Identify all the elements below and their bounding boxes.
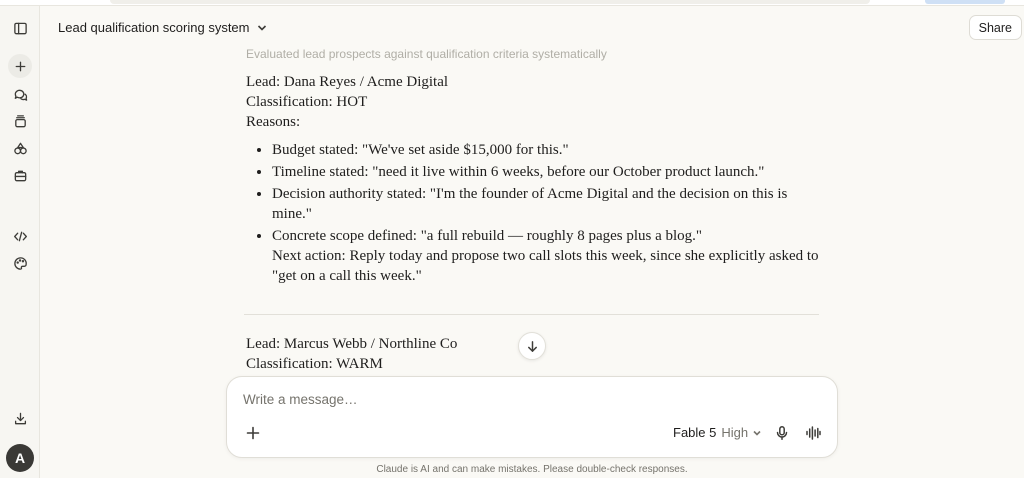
lead-name: Lead: Dana Reyes / Acme Digital bbox=[246, 74, 449, 90]
share-button[interactable]: Share bbox=[968, 15, 1022, 40]
new-chat-button[interactable] bbox=[8, 54, 32, 78]
reasons-label: Reasons: bbox=[246, 114, 301, 130]
chat-title-menu[interactable]: Lead qualification scoring system bbox=[58, 20, 267, 35]
arrow-down-icon bbox=[527, 340, 537, 352]
sidebar-toggle-icon bbox=[13, 22, 27, 34]
voice-mode-button[interactable] bbox=[802, 423, 824, 443]
chats-icon bbox=[14, 89, 27, 101]
chevron-down-icon bbox=[257, 24, 266, 31]
lead-block-2: Lead: Marcus Webb / Northline Co Classif… bbox=[246, 334, 457, 374]
briefcase-button[interactable] bbox=[8, 163, 32, 187]
header: Lead qualification scoring system Share bbox=[40, 6, 1024, 50]
message-input[interactable] bbox=[243, 392, 803, 407]
briefcase-icon bbox=[14, 170, 26, 181]
projects-button[interactable] bbox=[8, 109, 32, 133]
list-item: Budget stated: "We've set aside $15,000 … bbox=[272, 140, 821, 160]
microphone-icon bbox=[776, 426, 788, 440]
artifacts-button[interactable] bbox=[8, 136, 32, 160]
chevron-down-icon bbox=[753, 430, 761, 436]
plus-icon bbox=[246, 426, 260, 440]
sidebar: A bbox=[0, 6, 40, 478]
artifacts-icon bbox=[13, 142, 27, 154]
message-composer: Fable 5 High bbox=[226, 376, 838, 458]
lead-classification: Classification: HOT bbox=[246, 94, 368, 110]
chat-title: Lead qualification scoring system bbox=[58, 20, 250, 35]
list-item: Decision authority stated: "I'm the foun… bbox=[272, 184, 821, 224]
code-button[interactable] bbox=[8, 224, 32, 248]
download-icon bbox=[14, 412, 26, 424]
top-accent-tab bbox=[925, 0, 1005, 4]
palette-icon bbox=[13, 256, 27, 270]
plus-icon bbox=[15, 61, 25, 71]
list-item-text: Concrete scope defined: "a full rebuild … bbox=[272, 228, 703, 244]
download-button[interactable] bbox=[8, 406, 32, 430]
waveform-icon bbox=[806, 426, 821, 440]
lead-block-1: Lead: Dana Reyes / Acme Digital Classifi… bbox=[246, 72, 821, 286]
divider bbox=[244, 314, 819, 315]
effort-level: High bbox=[721, 425, 749, 440]
scroll-to-bottom-button[interactable] bbox=[518, 332, 546, 360]
sidebar-toggle-button[interactable] bbox=[8, 16, 32, 40]
attach-button[interactable] bbox=[243, 423, 263, 443]
palette-button[interactable] bbox=[8, 251, 32, 275]
assistant-message: Evaluated lead prospects against qualifi… bbox=[246, 46, 821, 288]
model-selector[interactable]: Fable 5 High bbox=[673, 425, 761, 440]
user-avatar[interactable]: A bbox=[6, 444, 34, 472]
disclaimer: Claude is AI and can make mistakes. Plea… bbox=[376, 464, 688, 475]
lead-name: Lead: Marcus Webb / Northline Co bbox=[246, 336, 458, 352]
reasons-list: Budget stated: "We've set aside $15,000 … bbox=[246, 140, 821, 286]
projects-icon bbox=[14, 114, 26, 127]
lead-classification: Classification: WARM bbox=[246, 356, 383, 372]
list-item: Concrete scope defined: "a full rebuild … bbox=[272, 226, 821, 286]
next-action: Next action: Reply today and propose two… bbox=[272, 248, 819, 284]
address-bar-edge bbox=[110, 0, 870, 4]
thinking-summary[interactable]: Evaluated lead prospects against qualifi… bbox=[246, 46, 821, 62]
list-item: Timeline stated: "need it live within 6 … bbox=[272, 162, 821, 182]
dictation-button[interactable] bbox=[772, 423, 792, 443]
chats-button[interactable] bbox=[8, 82, 32, 106]
code-icon bbox=[13, 231, 27, 241]
model-name: Fable 5 bbox=[673, 425, 717, 440]
